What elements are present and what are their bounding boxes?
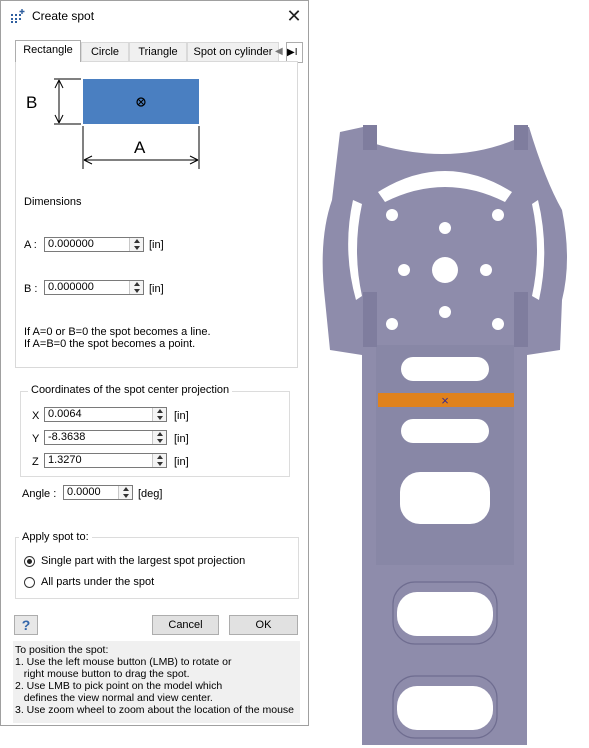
tab-overflow-label: I bbox=[294, 47, 298, 58]
a-value: 0.000000 bbox=[48, 238, 94, 250]
z-unit: [in] bbox=[174, 456, 189, 468]
a-spinner[interactable] bbox=[129, 238, 143, 251]
radio-all-parts[interactable] bbox=[24, 577, 35, 588]
angle-spinner[interactable] bbox=[118, 486, 132, 499]
create-spot-dialog: Create spot ✕ Rectangle Circle Triangle … bbox=[0, 0, 309, 726]
tab-scroll-right-icon[interactable]: ▶I bbox=[286, 42, 303, 63]
b-label: B : bbox=[24, 283, 38, 295]
x-spinner[interactable] bbox=[152, 408, 166, 421]
note-line-1: If A=0 or B=0 the spot becomes a line. bbox=[24, 326, 211, 338]
tab-scroll-left-icon[interactable]: ◀ bbox=[275, 42, 283, 61]
tab-rectangle[interactable]: Rectangle bbox=[15, 40, 81, 62]
x-input[interactable]: 0.0064 bbox=[44, 407, 167, 422]
x-unit: [in] bbox=[174, 410, 189, 422]
rectangle-tab-panel: B A Dimensions A : 0.000000 [in] B : 0.0… bbox=[15, 61, 298, 368]
help-text-box: To position the spot: 1. Use the left mo… bbox=[13, 641, 300, 723]
radio-all-parts-label[interactable]: All parts under the spot bbox=[41, 576, 154, 588]
shape-tabs: Rectangle Circle Triangle Spot on cylind… bbox=[15, 40, 303, 63]
a-unit: [in] bbox=[149, 239, 164, 251]
tab-circle[interactable]: Circle bbox=[81, 42, 129, 61]
close-icon: ✕ bbox=[286, 6, 302, 26]
coordinates-title: Coordinates of the spot center projectio… bbox=[28, 384, 233, 396]
x-label: X bbox=[32, 410, 40, 422]
help-line: defines the view normal and view center. bbox=[15, 692, 213, 704]
radio-single-part-label[interactable]: Single part with the largest spot projec… bbox=[41, 555, 245, 567]
a-input[interactable]: 0.000000 bbox=[44, 237, 144, 252]
spot-center-marker: × bbox=[441, 393, 449, 408]
help-line: 1. Use the left mouse button (LMB) to ro… bbox=[15, 656, 232, 668]
angle-unit: [deg] bbox=[138, 488, 163, 500]
angle-input[interactable]: 0.0000 bbox=[63, 485, 133, 500]
z-input[interactable]: 1.3270 bbox=[44, 453, 167, 468]
model-part: × bbox=[322, 125, 567, 745]
a-label: A : bbox=[24, 239, 37, 251]
help-icon: ? bbox=[21, 617, 31, 633]
b-input[interactable]: 0.000000 bbox=[44, 280, 144, 295]
help-line: 3. Use zoom wheel to zoom about the loca… bbox=[15, 704, 294, 716]
tab-triangle[interactable]: Triangle bbox=[129, 42, 187, 61]
3d-viewport[interactable]: × bbox=[310, 0, 589, 745]
tab-spot-on-cylinder[interactable]: Spot on cylinder bbox=[187, 42, 279, 61]
help-line: right mouse button to drag the spot. bbox=[15, 668, 190, 680]
b-value: 0.000000 bbox=[48, 281, 94, 293]
z-label: Z bbox=[32, 456, 39, 468]
dimensions-label: Dimensions bbox=[24, 196, 82, 208]
diagram-label-a: A bbox=[134, 138, 146, 157]
y-unit: [in] bbox=[174, 433, 189, 445]
angle-value: 0.0000 bbox=[67, 486, 101, 498]
close-button[interactable]: ✕ bbox=[283, 5, 305, 27]
help-button[interactable]: ? bbox=[14, 615, 38, 635]
note-line-2: If A=B=0 the spot becomes a point. bbox=[24, 338, 196, 350]
y-value: -8.3638 bbox=[48, 431, 86, 443]
b-spinner[interactable] bbox=[129, 281, 143, 294]
radio-single-part[interactable] bbox=[24, 556, 35, 567]
x-value: 0.0064 bbox=[48, 408, 82, 420]
title-bar: Create spot ✕ bbox=[1, 1, 308, 31]
y-label: Y bbox=[32, 433, 40, 445]
ok-button[interactable]: OK bbox=[229, 615, 298, 635]
angle-label: Angle : bbox=[22, 488, 57, 500]
diagram-label-b: B bbox=[26, 93, 38, 112]
z-spinner[interactable] bbox=[152, 454, 166, 467]
spot-app-icon bbox=[11, 9, 25, 23]
apply-spot-title: Apply spot to: bbox=[19, 531, 92, 543]
dialog-title: Create spot bbox=[32, 9, 95, 23]
y-spinner[interactable] bbox=[152, 431, 166, 444]
y-input[interactable]: -8.3638 bbox=[44, 430, 167, 445]
cancel-button[interactable]: Cancel bbox=[152, 615, 219, 635]
help-line: To position the spot: bbox=[15, 644, 109, 656]
help-line: 2. Use LMB to pick point on the model wh… bbox=[15, 680, 223, 692]
z-value: 1.3270 bbox=[48, 454, 82, 466]
b-unit: [in] bbox=[149, 283, 164, 295]
apply-spot-group bbox=[15, 537, 299, 599]
rectangle-diagram bbox=[54, 78, 200, 169]
